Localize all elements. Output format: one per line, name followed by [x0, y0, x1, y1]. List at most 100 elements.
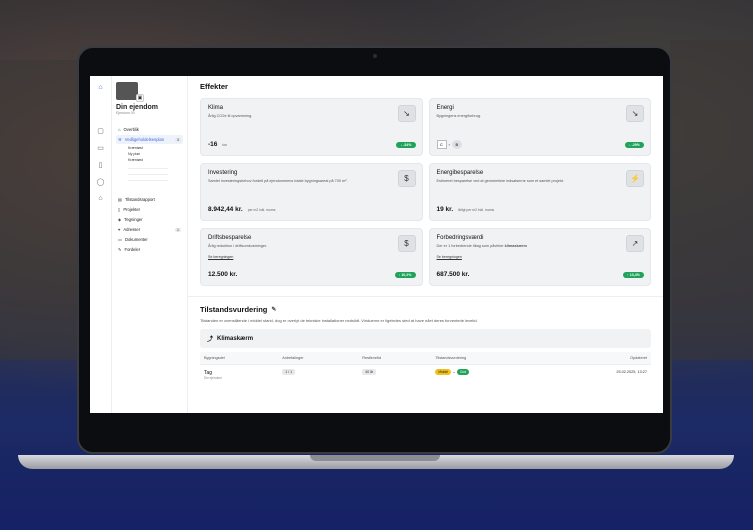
cell-name: Tag Din ejendom — [200, 365, 278, 386]
arrow-right-icon: → — [452, 370, 456, 374]
restlevetid-tag: 40 år — [362, 369, 377, 375]
trend-up-icon: ↗ — [626, 235, 644, 252]
main-content: Effekter Klima Årlig CO2e til opvarmning… — [188, 76, 663, 413]
tilstand-desc: Tilstanden er ovenstående i middel stand… — [200, 318, 478, 323]
energy-label-from: C — [436, 140, 447, 149]
nav-fordeler[interactable]: ✎ Fordeler — [116, 245, 183, 254]
building-left — [0, 60, 80, 360]
card-value: 19 kr. årligt per m2 inkl. moms — [437, 206, 495, 213]
card-value: 687.500 kr. — [436, 271, 470, 278]
klimaskaerm-header[interactable]: ⤴ Klimaskærm — [200, 329, 651, 348]
card-title: Energibesparelse — [436, 170, 484, 176]
value-unit: årligt per m2 inkl. moms — [458, 208, 495, 212]
card-title: Investering — [208, 170, 238, 176]
nav-overblik[interactable]: ⌂ Overblik — [116, 125, 183, 134]
card-desc: Samlet investeringsbehov fordelt på ejen… — [208, 179, 348, 183]
folder-icon: ▭ — [118, 237, 122, 242]
value-number: 8.942,44 kr. — [208, 206, 243, 213]
effekter-grid: Klima Årlig CO2e til opvarmning. ↘ -16 to… — [200, 98, 651, 286]
value-number: 19 kr. — [436, 206, 454, 213]
card-investering: Investering Samlet investeringsbehov for… — [200, 163, 423, 221]
col-restlevetid: Restlevetid — [358, 352, 432, 365]
card-title: Energi — [436, 105, 454, 111]
card-desc: Der er 1 forbedrende tiltag som påvirker… — [437, 244, 587, 248]
nav-tegninger[interactable]: ◈ Tegninger — [116, 215, 183, 224]
cell-anbefalinger: 1 / 1 — [278, 365, 358, 386]
folder-icon[interactable]: ▭ — [97, 144, 104, 152]
logo-icon[interactable]: ⌂ — [98, 84, 102, 91]
change-pill: ↑ 10,2% — [394, 272, 416, 278]
cell-opdateret: 25.02.2025, 13:27 — [616, 370, 647, 374]
value-unit: per m2 inkl. moms — [247, 208, 276, 212]
home-icon: ⌂ — [118, 127, 121, 132]
col-opdateret: Opdateret — [545, 352, 651, 365]
see-calculation-link[interactable]: Se beregningen — [437, 255, 644, 259]
chart-icon: ⤴ — [207, 337, 214, 343]
energy-label-change: C › B — [436, 140, 462, 149]
status-to-badge: God — [456, 369, 470, 375]
camera-icon[interactable]: ▣ — [136, 94, 144, 102]
trend-down-icon: ↘ — [397, 105, 416, 122]
value-unit: ton — [222, 143, 228, 147]
card-desc: Årlig CO2e til opvarmning. — [208, 114, 253, 118]
pencil-icon: ✎ — [118, 247, 122, 252]
card-desc: Årlig reduktion i driftsomkostninger. — [208, 244, 268, 248]
property-subtitle: Ejendom 00 — [116, 111, 135, 115]
card-title: Klima — [208, 105, 224, 111]
card-value: -16 ton — [208, 141, 227, 148]
grid-icon[interactable]: ▢ — [97, 127, 104, 135]
tool-icon: ⚒ — [118, 137, 122, 142]
property-thumbnail: ▣ — [116, 82, 144, 102]
property-sidebar: ▣ Din ejendom Ejendom 00 ⌂ Overblik ⚒ Ve… — [112, 76, 188, 413]
nav-tilstandsrapport[interactable]: ▤ Tilstandsrapport — [116, 195, 183, 204]
cell-tilstand: Middel → God — [431, 365, 545, 386]
trend-down-icon: ↘ — [626, 105, 644, 122]
property-name: Din ejendom — [116, 104, 159, 111]
nav-badge: 1 — [175, 227, 181, 232]
user-icon[interactable]: ◯ — [97, 178, 105, 186]
dollar-icon: $ — [397, 235, 416, 252]
desc-bold: klimaskærm — [504, 244, 527, 248]
camera-dot — [372, 54, 377, 58]
pin-icon: ⌖ — [118, 227, 121, 232]
energy-label-to: B — [451, 140, 462, 149]
nav-label: Dokumenter — [124, 237, 148, 242]
col-tilstandsvurdering: Tilstandsvurdering — [431, 352, 546, 365]
lightning-icon: ⚡ — [626, 170, 644, 187]
table-header-row: Bygningsdel Anbefalinger Restlevetid Til… — [200, 352, 651, 365]
card-energibesparelse: Energibesparelse Estimeret besparelse ve… — [428, 163, 651, 221]
nav-dokumenter[interactable]: ▭ Dokumenter — [116, 235, 183, 244]
see-calculation-link[interactable]: Se beregningen — [208, 255, 415, 259]
laptop-notch — [310, 455, 440, 461]
nav-label: Vedligeholdelsesplan — [124, 137, 165, 142]
edit-icon[interactable]: ✎ — [271, 306, 276, 313]
row-subtitle: Din ejendom — [204, 376, 222, 380]
value-number: -16 — [208, 141, 218, 148]
anbefalinger-tag: 1 / 1 — [282, 369, 296, 375]
laptop-lid: ⌂ ▢ ▭ ▯ ◯ ⌂ ▣ Din ejendom Ejendom 00 ⌂ O… — [77, 46, 672, 454]
arrow-icon: › — [448, 142, 450, 147]
card-value: 12.500 kr. — [208, 271, 238, 278]
card-forbedringsvaerdi: Forbedringsværdi Der er 1 forbedrende ti… — [428, 228, 651, 286]
status-from-badge: Middel — [435, 369, 452, 375]
card-energi: Energi Bygningens energiforbrug. ↘ C › B… — [428, 98, 651, 156]
change-pill: ↓ -34% — [396, 142, 416, 148]
table-row[interactable]: Tag Din ejendom 1 / 1 40 år Middel → God … — [200, 365, 651, 386]
building-part-table: Bygningsdel Anbefalinger Restlevetid Til… — [200, 352, 651, 385]
change-pill: ↑ 13,4% — [623, 272, 644, 278]
nav-adresser[interactable]: ⌖ Adresser 1 — [116, 225, 183, 234]
nav-label: Fordeler — [124, 247, 141, 252]
book-icon[interactable]: ▯ — [99, 161, 103, 169]
col-bygningsdel: Bygningsdel — [200, 352, 279, 365]
nav-projekter[interactable]: ▯ Projekter — [116, 205, 183, 214]
app-screen: ⌂ ▢ ▭ ▯ ◯ ⌂ ▣ Din ejendom Ejendom 00 ⌂ O… — [90, 76, 663, 413]
card-desc: Bygningens energiforbrug. — [436, 114, 482, 118]
home-icon[interactable]: ⌂ — [98, 195, 102, 202]
nav-label: Projekter — [123, 207, 141, 212]
card-desc: Estimeret besparelse ved at gennemføre i… — [436, 179, 564, 183]
nav-badge: 3 — [175, 137, 181, 142]
klimaskaerm-label: Klimaskærm — [217, 335, 254, 342]
nav-vedligeholdelsesplan[interactable]: ⚒ Vedligeholdelsesplan 3 — [116, 135, 183, 144]
desc-text: Der er 1 forbedrende tiltag som påvirker — [436, 244, 504, 248]
effekter-title: Effekter — [200, 82, 228, 91]
